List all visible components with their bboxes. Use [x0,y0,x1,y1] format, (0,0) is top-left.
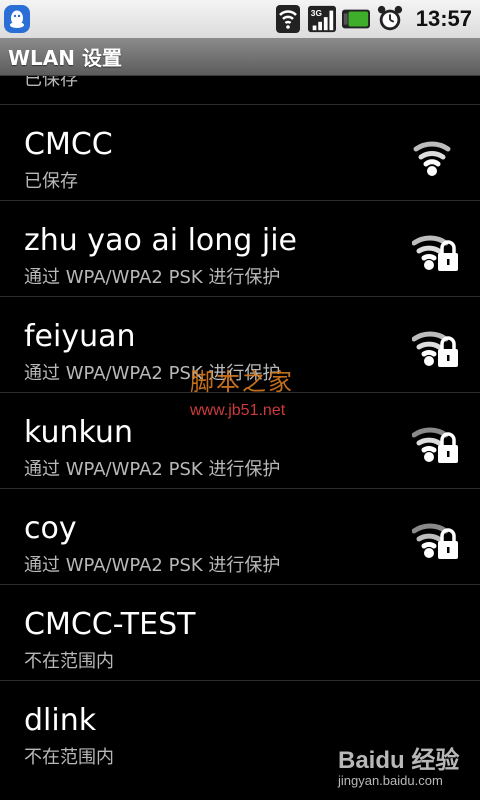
wifi-locked-icon [412,235,458,271]
network-ssid: coy [24,511,77,546]
network-ssid: dlink [24,703,97,738]
status-bar: 3G 13:57 [0,0,480,38]
qq-icon [4,5,30,33]
network-list[interactable]: 已保存 CMCC 已保存 zhu yao ai long jie 通过 WPA/… [0,76,480,777]
network-ssid: kunkun [24,415,133,450]
wifi-status-icon [274,4,302,34]
network-status: 不在范围内 [24,747,114,768]
status-time: 13:57 [415,6,472,31]
network-item-coy[interactable]: coy 通过 WPA/WPA2 PSK 进行保护 [0,489,480,585]
baidu-watermark-text: Baidu 经验 [338,747,460,774]
wifi-locked-icon [412,523,458,559]
svg-text:3G: 3G [311,8,322,18]
network-ssid: CMCC [24,127,113,162]
battery-icon [341,4,370,34]
network-item-cmcc[interactable]: CMCC 已保存 [0,105,480,201]
alarm-clock-icon [376,4,404,34]
watermark-site-name: 脚本之家 [190,368,294,396]
network-status: 通过 WPA/WPA2 PSK 进行保护 [24,555,281,576]
3g-signal-icon: 3G [307,4,336,34]
baidu-watermark: Baidu 经验 jingyan.baidu.com [338,740,459,788]
network-status: 通过 WPA/WPA2 PSK 进行保护 [24,459,281,480]
watermark-site-url: www.jb51.net [190,402,286,419]
network-status: 已保存 [24,76,78,90]
network-ssid: CMCC-TEST [24,607,196,642]
network-item-cmcc-test[interactable]: CMCC-TEST 不在范围内 [0,585,480,681]
network-status: 不在范围内 [24,651,114,672]
network-item-zhu-yao-ai-long-jie[interactable]: zhu yao ai long jie 通过 WPA/WPA2 PSK 进行保护 [0,201,480,297]
list-item-partial[interactable]: 已保存 [0,76,480,105]
baidu-watermark-url: jingyan.baidu.com [338,773,443,788]
wifi-locked-icon [412,427,458,463]
wifi-locked-icon [412,331,458,367]
page-title: WLAN 设置 [8,46,122,70]
title-bar: WLAN 设置 [0,38,480,76]
network-status: 已保存 [24,171,78,192]
network-ssid: zhu yao ai long jie [24,223,298,258]
wifi-signal-icon [413,141,451,176]
battery-fill [348,11,368,27]
network-ssid: feiyuan [24,319,136,354]
network-status: 通过 WPA/WPA2 PSK 进行保护 [24,267,281,288]
